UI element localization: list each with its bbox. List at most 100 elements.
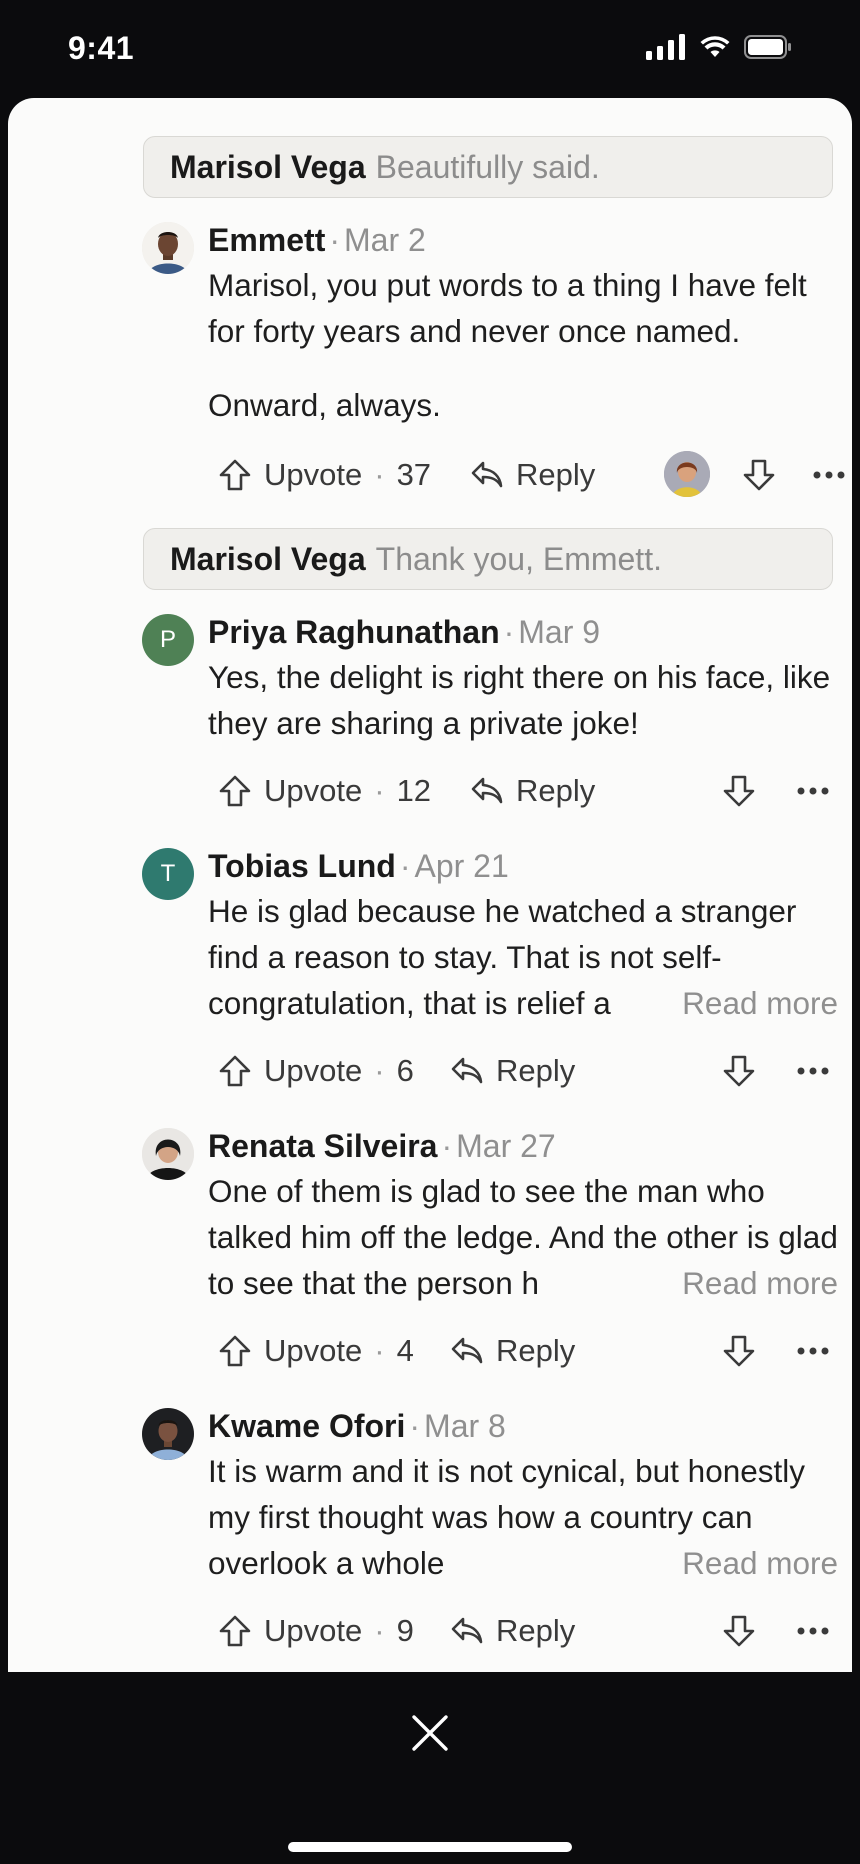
comment-body: Emmett · Mar 2 Marisol, you put words to a… (208, 220, 838, 428)
comment-paragraph: Marisol, you put words to a thing I have… (208, 267, 807, 349)
comment-paragraph: Onward, always. (208, 387, 441, 423)
avatar[interactable]: T (142, 848, 194, 900)
more-options-button[interactable] (796, 1326, 830, 1376)
reply-label: Reply (496, 1333, 576, 1368)
more-options-icon (796, 1066, 830, 1076)
battery-icon (744, 35, 792, 59)
comment-header: Kwame Ofori · Mar 8 (208, 1408, 506, 1444)
quoted-comment[interactable]: Marisol Vega Thank you, Emmett. (143, 528, 833, 590)
reply-arrow-icon (450, 1616, 484, 1646)
quote-author: Marisol Vega (170, 540, 366, 577)
read-more-link[interactable]: Read more (612, 1260, 838, 1306)
more-options-button[interactable] (796, 1606, 830, 1656)
comment-header: Priya Raghunathan · Mar 9 (208, 614, 601, 650)
avatar-letter: P (159, 626, 176, 653)
status-icons (646, 34, 792, 60)
comment-text: It is warm and it is not cynical, but ho… (208, 1448, 838, 1586)
quote-text: Thank you, Emmett. (375, 540, 662, 577)
upvote-label: Upvote (264, 1053, 363, 1088)
reply-arrow-icon (450, 1336, 484, 1366)
upvote-button[interactable]: Upvote · 37 (218, 450, 431, 500)
upvote-button[interactable]: Upvote · 6 (218, 1046, 414, 1096)
avatar[interactable] (142, 1408, 194, 1460)
upvote-count: 9 (396, 1613, 414, 1648)
comment-body: Priya Raghunathan · Mar 9 Yes, the delight… (208, 612, 838, 746)
reply-arrow-icon (470, 776, 504, 806)
close-button[interactable] (405, 1710, 455, 1760)
downvote-button[interactable] (742, 450, 776, 500)
comment-header: Renata Silveira · Mar 27 (208, 1128, 556, 1164)
comment-date: Mar 9 (518, 614, 601, 650)
comment-actions: Upvote · 6 Reply (208, 1046, 848, 1096)
reply-arrow-icon (470, 460, 504, 490)
reply-button[interactable]: Reply (450, 1046, 575, 1096)
close-icon (411, 1714, 449, 1757)
upvote-count: 6 (396, 1053, 414, 1088)
reply-label: Reply (516, 773, 596, 808)
bottom-bar (0, 1672, 860, 1864)
reply-button[interactable]: Reply (450, 1606, 575, 1656)
author-name[interactable]: Kwame Ofori (208, 1408, 405, 1444)
avatar[interactable] (142, 222, 194, 274)
upvote-button[interactable]: Upvote · 4 (218, 1326, 414, 1376)
comment-actions: Upvote · 12 Reply (208, 766, 848, 816)
wifi-icon (700, 35, 730, 59)
avatar-letter: T (160, 860, 176, 887)
comment-actions: Upvote · 4 Reply (208, 1326, 848, 1376)
reply-label: Reply (496, 1053, 576, 1088)
comment-body: Kwame Ofori · Mar 8 It is warm and it is n… (208, 1406, 838, 1586)
comment-actions: Upvote · 37 Reply (208, 450, 848, 500)
comment-date: Mar 8 (424, 1408, 506, 1444)
comment-body: Renata Silveira · Mar 27 One of them is gl… (208, 1126, 838, 1306)
more-options-button[interactable] (812, 450, 846, 500)
downvote-button[interactable] (722, 1326, 756, 1376)
status-time: 9:41 (68, 30, 135, 66)
comment-text: One of them is glad to see the man who t… (208, 1168, 838, 1306)
more-options-icon (796, 1626, 830, 1636)
comment-date: Mar 2 (344, 222, 426, 258)
author-name[interactable]: Priya Raghunathan (208, 614, 500, 650)
comment-text: Marisol, you put words to a thing I have… (208, 262, 838, 428)
more-options-icon (796, 1346, 830, 1356)
comment-text: Yes, the delight is right there on his f… (208, 659, 831, 741)
more-options-button[interactable] (796, 1046, 830, 1096)
reply-button[interactable]: Reply (450, 1326, 575, 1376)
upvote-button[interactable]: Upvote · 12 (218, 766, 431, 816)
upvote-button[interactable]: Upvote · 9 (218, 1606, 414, 1656)
upvote-label: Upvote (264, 773, 363, 808)
author-name[interactable]: Tobias Lund (208, 848, 396, 884)
more-options-icon (812, 470, 846, 480)
downvote-arrow-icon (722, 1054, 756, 1088)
upvote-count: 37 (396, 457, 432, 492)
comment-text: He is glad because he watched a stranger… (208, 888, 838, 1026)
reply-label: Reply (516, 457, 596, 492)
upvote-count: 12 (396, 773, 432, 808)
author-name[interactable]: Emmett (208, 222, 325, 258)
reply-button[interactable]: Reply (470, 766, 595, 816)
comment-body: Tobias Lund · Apr 21 He is glad because he… (208, 846, 838, 1026)
downvote-button[interactable] (722, 1606, 756, 1656)
comment-header: Tobias Lund · Apr 21 (208, 848, 509, 884)
downvote-button[interactable] (722, 766, 756, 816)
more-options-button[interactable] (796, 766, 830, 816)
upvote-arrow-icon (218, 458, 252, 492)
downvote-arrow-icon (722, 1334, 756, 1368)
reply-arrow-icon (450, 1056, 484, 1086)
read-more-link[interactable]: Read more (612, 1540, 838, 1586)
liked-by-avatar[interactable] (664, 451, 710, 497)
downvote-arrow-icon (722, 774, 756, 808)
comment-actions: Upvote · 9 Reply (208, 1606, 848, 1656)
downvote-arrow-icon (742, 458, 776, 492)
avatar[interactable]: P (142, 614, 194, 666)
upvote-label: Upvote (264, 1333, 363, 1368)
upvote-arrow-icon (218, 1334, 252, 1368)
read-more-link[interactable]: Read more (612, 980, 838, 1026)
quote-author: Marisol Vega (170, 148, 366, 185)
cellular-signal-icon (646, 34, 686, 60)
quoted-comment[interactable]: Marisol Vega Beautifully said. (143, 136, 833, 198)
reply-button[interactable]: Reply (470, 450, 595, 500)
downvote-button[interactable] (722, 1046, 756, 1096)
author-name[interactable]: Renata Silveira (208, 1128, 437, 1164)
avatar[interactable] (142, 1128, 194, 1180)
more-options-icon (796, 786, 830, 796)
